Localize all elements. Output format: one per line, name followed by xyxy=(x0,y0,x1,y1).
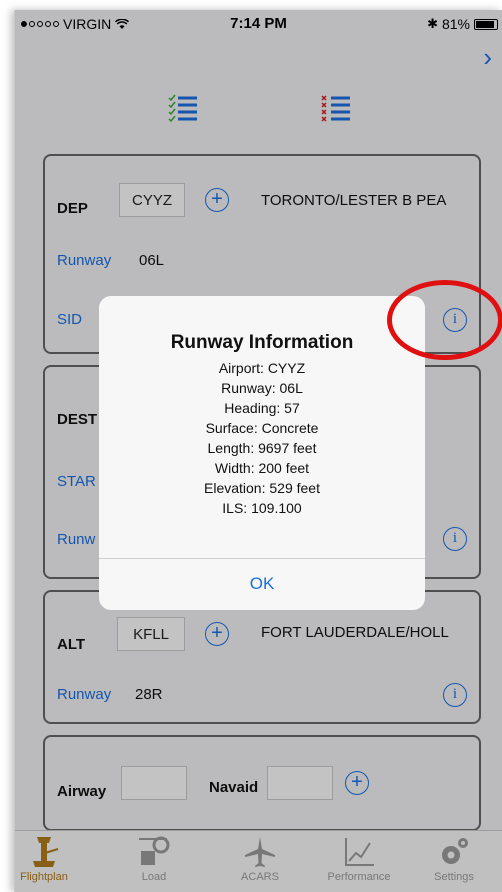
dialog-line-surface: Surface: Concrete xyxy=(205,420,319,436)
dialog-line-elevation: Elevation: 529 feet xyxy=(204,480,320,496)
dialog-title: Runway Information xyxy=(170,332,354,353)
phone-screen: VIRGIN 7:14 PM ✱ 81% › DEP CYYZ + TORONT… xyxy=(14,10,502,892)
ok-button[interactable]: OK xyxy=(99,574,425,594)
dialog-line-airport: Airport: CYYZ xyxy=(218,360,306,376)
dialog-message: Airport: CYYZ Runway: 06L Heading: 57 Su… xyxy=(99,358,425,518)
highlight-circle xyxy=(387,280,502,360)
dialog-line-length: Length: 9697 feet xyxy=(207,440,317,456)
dialog-divider xyxy=(99,558,425,559)
dialog-line-ils: ILS: 109.100 xyxy=(222,500,302,516)
dialog-line-runway: Runway: 06L xyxy=(221,380,303,396)
dialog-line-heading: Heading: 57 xyxy=(224,400,300,416)
dialog-line-width: Width: 200 feet xyxy=(214,460,310,476)
runway-info-dialog: Runway Information Airport: CYYZ Runway:… xyxy=(99,296,425,610)
